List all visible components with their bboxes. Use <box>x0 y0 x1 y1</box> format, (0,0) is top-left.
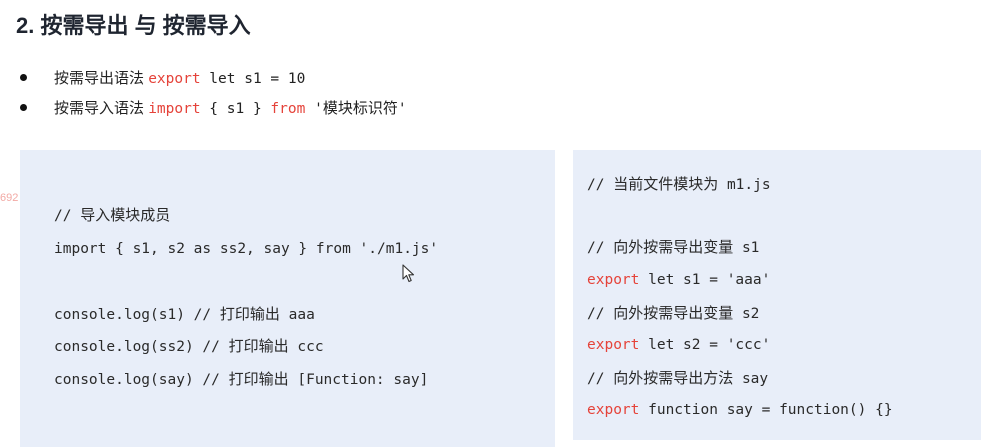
code-text: ccc <box>288 339 324 355</box>
code-text: let s1 = 10 <box>200 71 306 87</box>
code-text: m1.js <box>718 177 771 193</box>
code-export-line: export function say = function() {} <box>587 399 893 421</box>
code-export-line: export let s2 = 'ccc' <box>587 334 770 356</box>
code-text: let s1 = 'aaa' <box>639 272 771 288</box>
syntax-list: 按需导出语法 export let s1 = 10 按需导入语法 import … <box>18 64 407 124</box>
code-text: say <box>733 371 769 387</box>
code-import-line: import { s1, s2 as ss2, say } from './m1… <box>54 241 439 257</box>
bullet-label: 按需导出语法 <box>54 69 145 87</box>
code-keyword: export <box>587 402 640 418</box>
code-keyword: from <box>270 101 306 117</box>
comment-text: 向外按需导出变量 <box>613 304 734 322</box>
code-comment: // 当前文件模块为 m1.js <box>587 173 771 195</box>
code-text: let s2 = 'ccc' <box>639 337 771 353</box>
code-text: function say = function() {} <box>639 402 893 418</box>
comment-text: 打印输出 <box>219 305 280 323</box>
comment-prefix: // <box>587 371 614 387</box>
mouse-pointer-icon <box>402 264 415 283</box>
bullet-label: 按需导入语法 <box>54 99 145 117</box>
code-keyword: export <box>148 71 201 87</box>
list-item-export-syntax: 按需导出语法 export let s1 = 10 <box>18 64 407 94</box>
code-text: ' <box>397 101 407 117</box>
code-keyword: import <box>148 101 201 117</box>
code-text: { s1 } <box>200 101 271 117</box>
code-export-line: export let s1 = 'aaa' <box>587 269 770 291</box>
code-text: s1 <box>733 240 760 256</box>
import-code-panel <box>20 150 555 447</box>
slide-title: 2. 按需导出 与 按需导入 <box>16 13 251 38</box>
code-text: console.log(s1) // <box>54 307 220 323</box>
comment-prefix: // <box>587 240 614 256</box>
code-text-cn: 模块标识符 <box>322 99 398 117</box>
code-comment: // 向外按需导出方法 say <box>587 367 768 389</box>
comment-prefix: // <box>587 306 614 322</box>
code-log-line: console.log(s1) // 打印输出 aaa <box>54 303 315 325</box>
comment-prefix: // <box>54 208 81 224</box>
code-comment: // 向外按需导出变量 s1 <box>587 236 759 258</box>
comment-text: 打印输出 <box>228 337 289 355</box>
side-number: 692 <box>0 192 19 204</box>
comment-text: 打印输出 <box>228 370 289 388</box>
code-comment: // 导入模块成员 <box>54 204 170 226</box>
comment-text: 当前文件模块为 <box>613 175 719 193</box>
comment-text: 向外按需导出变量 <box>613 238 734 256</box>
comment-text: 导入模块成员 <box>80 206 171 224</box>
code-text: aaa <box>279 307 315 323</box>
code-keyword: export <box>587 337 640 353</box>
list-item-import-syntax: 按需导入语法 import { s1 } from '模块标识符' <box>18 94 407 124</box>
code-keyword: export <box>587 272 640 288</box>
code-log-line: console.log(say) // 打印输出 [Function: say] <box>54 368 428 390</box>
code-text: console.log(say) // <box>54 372 229 388</box>
code-log-line: console.log(ss2) // 打印输出 ccc <box>54 335 324 357</box>
code-text: [Function: say] <box>288 372 429 388</box>
slide-page: 2. 按需导出 与 按需导入 按需导出语法 export let s1 = 10… <box>0 0 981 447</box>
comment-prefix: // <box>587 177 614 193</box>
bullet-dot-icon <box>20 74 27 81</box>
code-text: s2 <box>733 306 760 322</box>
code-comment: // 向外按需导出变量 s2 <box>587 302 759 324</box>
code-text: ' <box>305 101 323 117</box>
bullet-dot-icon <box>20 104 27 111</box>
code-text: console.log(ss2) // <box>54 339 229 355</box>
comment-text: 向外按需导出方法 <box>613 369 734 387</box>
